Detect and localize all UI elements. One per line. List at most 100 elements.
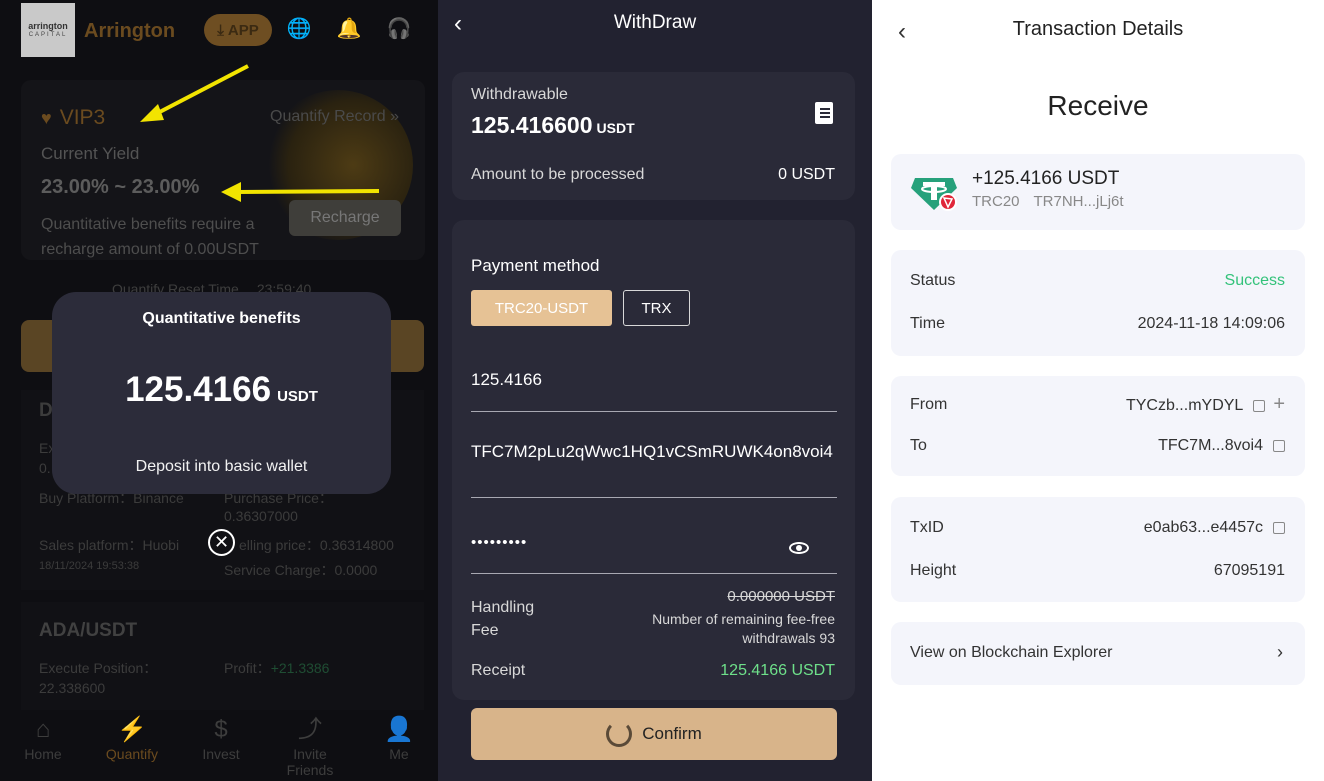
address-card: From TYCzb...mYDYL + To TFC7M...8voi4: [891, 376, 1305, 476]
eye-icon[interactable]: [789, 542, 809, 554]
home-icon: ⌂: [35, 716, 51, 743]
download-icon: ⤓: [217, 21, 224, 39]
order-pair: ADA/USDT: [39, 620, 138, 641]
processing-label: Amount to be processed: [471, 166, 645, 183]
from-label: From: [910, 396, 948, 413]
globe-icon[interactable]: 🌐: [286, 16, 312, 42]
balance-card: Withdrawable 125.416600 USDT Amount to be…: [452, 72, 855, 200]
withdrawable-unit: USDT: [596, 120, 635, 136]
profit-label: Profit：: [224, 660, 271, 676]
explorer-link[interactable]: View on Blockchain Explorer ›: [891, 622, 1305, 685]
annotation-arrow-vip: [140, 64, 249, 122]
password-input[interactable]: •••••••••: [471, 534, 837, 574]
popup-amount: 125.4166 USDT: [52, 370, 391, 410]
order-card-ada: ADA/USDT Execute Position： 22.338600 Pro…: [21, 602, 424, 712]
withdrawable-value: 125.416600: [471, 112, 593, 138]
app-download-button[interactable]: ⤓ APP: [204, 14, 272, 46]
withdraw-screen: ‹ WithDraw Withdrawable 125.416600 USDT A…: [438, 0, 872, 781]
share-icon: ⤴: [298, 716, 322, 743]
tab-quantify-label: Quantify: [105, 746, 159, 762]
copy-icon[interactable]: [1273, 522, 1285, 534]
withdraw-form: Payment method TRC20-USDT TRX 125.4166 T…: [452, 220, 855, 700]
address-input[interactable]: TFC7M2pLu2qWwc1HQ1vCSmRUWK4on8voi4: [471, 440, 837, 498]
height-label: Height: [910, 562, 957, 579]
fee-free-note: Number of remaining fee-free withdrawals…: [652, 611, 835, 646]
current-yield-value: 23.00% ~ 23.00%: [41, 176, 200, 198]
app-label: APP: [227, 21, 259, 39]
confirm-button[interactable]: Confirm: [471, 708, 837, 760]
record-book-icon[interactable]: [815, 102, 833, 124]
profit: Profit：+21.3386: [224, 658, 329, 678]
explorer-label: View on Blockchain Explorer: [910, 644, 1113, 661]
quantify-record-link[interactable]: Quantify Record »: [270, 108, 399, 126]
bell-icon[interactable]: 🔔: [336, 16, 362, 42]
copy-icon[interactable]: [1273, 440, 1285, 452]
status-card: Status Success Time 2024-11-18 14:09:06: [891, 250, 1305, 356]
processing-value: 0 USDT: [778, 166, 835, 183]
time-label: Time: [910, 315, 945, 332]
annotation-arrow-yield: [221, 182, 380, 202]
tab-quantify[interactable]: ⚡ Quantify: [94, 714, 170, 762]
tab-invest-label: Invest: [202, 746, 240, 762]
to-row: TFC7M...8voi4: [1158, 437, 1285, 455]
profit-value: +21.3386: [270, 660, 330, 676]
logo-line2: CAPITAL: [28, 32, 68, 38]
transaction-type: Receive: [1047, 90, 1149, 121]
selling-price: elling price：0.36314800: [239, 537, 394, 553]
dollar-icon: $: [214, 716, 228, 743]
from-value: TYCzb...mYDYL: [1125, 397, 1244, 414]
receipt-value: 125.4166 USDT: [720, 662, 835, 679]
to-value: TFC7M...8voi4: [1158, 437, 1263, 454]
chevron-right-icon: ›: [1277, 642, 1283, 662]
sales-platform: Sales platform：Huobi: [39, 537, 180, 553]
handling-fee-value: 0.000000 USDT: [727, 588, 835, 605]
token-card: +125.4166 USDT TRC20 TR7NH...jLj6t: [891, 154, 1305, 230]
status-label: Status: [910, 272, 956, 289]
txid-row: e0ab63...e4457c: [1144, 519, 1285, 537]
status-value: Success: [1224, 272, 1285, 289]
tab-home[interactable]: ⌂ Home: [5, 714, 81, 762]
token-meta: TRC20 TR7NH...jLj6t: [972, 193, 1124, 210]
vip-label: VIP3: [59, 106, 106, 129]
method-trx[interactable]: TRX: [623, 290, 690, 326]
page-title: WithDraw: [613, 12, 697, 33]
logo-line1: arrington: [28, 21, 68, 31]
tx-card: TxID e0ab63...e4457c Height 67095191: [891, 497, 1305, 602]
order-pair-initial: D: [39, 400, 53, 421]
received-amount: +125.4166 USDT: [972, 168, 1120, 189]
usdt-tron-icon: [911, 178, 957, 211]
withdrawable-label: Withdrawable: [471, 86, 568, 103]
top-bar: arrington CAPITAL Arrington ⤓ APP 🌐 🔔 🎧: [0, 0, 438, 62]
height-value: 67095191: [1213, 562, 1285, 579]
user-icon: 👤: [384, 716, 414, 743]
close-icon[interactable]: ✕: [208, 529, 235, 556]
add-icon[interactable]: +: [1273, 394, 1285, 414]
token-address: TR7NH...jLj6t: [1033, 193, 1124, 210]
bottom-tab-bar: ⌂ Home ⚡ Quantify $ Invest ⤴ Invite Frie…: [0, 710, 438, 781]
tab-me[interactable]: 👤 Me: [361, 714, 437, 762]
payment-method-label: Payment method: [471, 256, 600, 275]
time-value: 2024-11-18 14:09:06: [1137, 315, 1285, 332]
method-trc20-usdt[interactable]: TRC20-USDT: [471, 290, 612, 326]
tab-home-label: Home: [24, 746, 62, 762]
benefits-popup: Quantitative benefits 125.4166 USDT Depos…: [52, 292, 391, 494]
loading-spinner-icon: [606, 721, 633, 747]
tab-invite-label: Invite Friends: [286, 746, 334, 778]
headset-icon[interactable]: 🎧: [386, 16, 412, 42]
amount-input[interactable]: 125.4166: [471, 370, 837, 412]
page-title: Transaction Details: [1012, 18, 1184, 40]
txid-value: e0ab63...e4457c: [1143, 519, 1263, 536]
tab-me-label: Me: [389, 746, 409, 762]
service-charge: Service Charge：0.0000: [224, 562, 378, 578]
order-time: 18/11/2024 19:53:38: [39, 560, 140, 572]
receipt-label: Receipt: [471, 662, 526, 679]
password-value: •••••••••: [471, 534, 528, 551]
token-network: TRC20: [972, 193, 1020, 210]
tab-invest[interactable]: $ Invest: [183, 714, 259, 762]
quantify-screen: arrington CAPITAL Arrington ⤓ APP 🌐 🔔 🎧 …: [0, 0, 438, 781]
tab-invite[interactable]: ⤴ Invite Friends: [272, 714, 348, 778]
copy-icon[interactable]: [1253, 400, 1266, 412]
from-row: TYCzb...mYDYL +: [1125, 394, 1285, 415]
to-label: To: [910, 437, 927, 454]
vip-heart-icon: ♥: [41, 108, 52, 128]
